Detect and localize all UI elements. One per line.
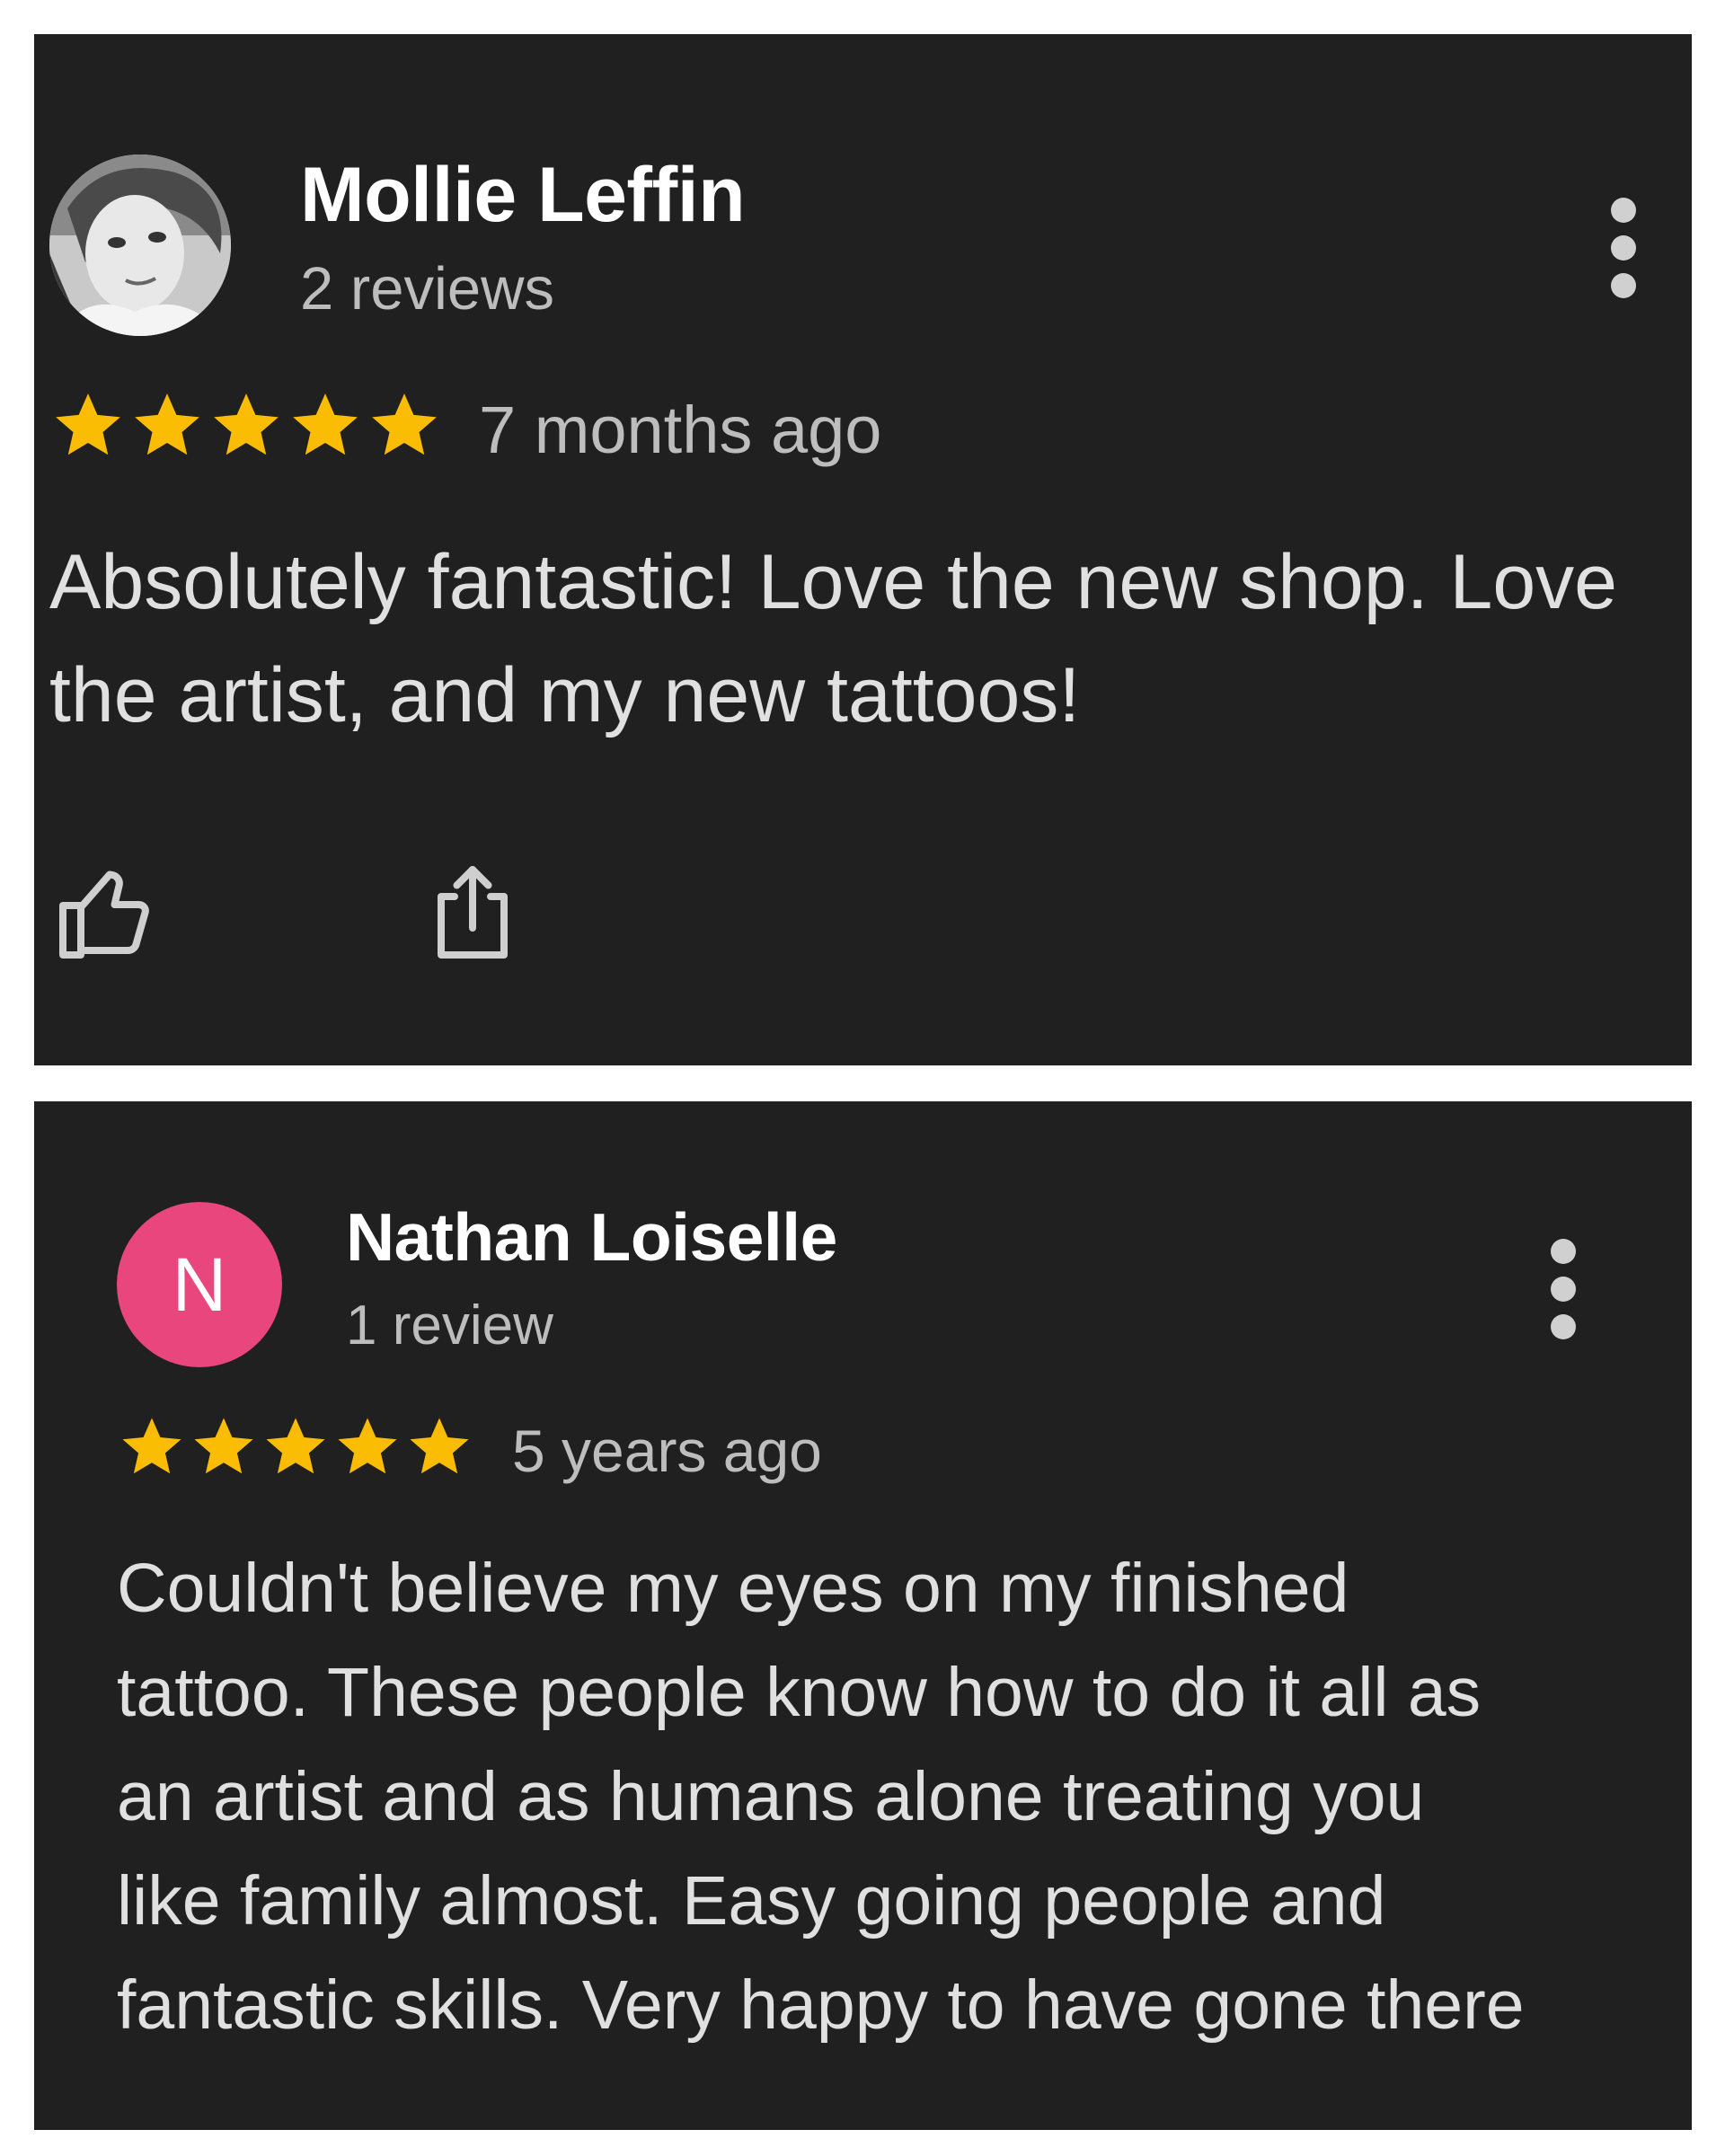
star-icon bbox=[410, 1418, 469, 1474]
avatar-letter: N bbox=[172, 1241, 227, 1327]
star-icon bbox=[135, 393, 199, 455]
review-time: 7 months ago bbox=[479, 393, 882, 467]
star-icon bbox=[266, 1418, 325, 1474]
avatar[interactable] bbox=[49, 155, 231, 336]
more-vert-icon[interactable] bbox=[1551, 1239, 1576, 1352]
reviewer-name[interactable]: Mollie Leffin bbox=[300, 151, 746, 240]
reviewer-name[interactable]: Nathan Loiselle bbox=[346, 1198, 837, 1276]
review-text-line: an artist and as humans alone treating y… bbox=[117, 1758, 1425, 1835]
profile-photo bbox=[49, 155, 231, 336]
review-count: 2 reviews bbox=[300, 255, 554, 323]
star-icon bbox=[56, 393, 120, 455]
review-text-line: tattoo. These people know how to do it a… bbox=[117, 1654, 1482, 1731]
star-icon bbox=[293, 393, 358, 455]
share-icon[interactable] bbox=[419, 861, 526, 973]
review-count: 1 review bbox=[346, 1294, 553, 1356]
review-time: 5 years ago bbox=[512, 1418, 822, 1484]
star-icon bbox=[122, 1418, 181, 1474]
star-icon bbox=[372, 393, 437, 455]
review-text-line: fantastic skills. Very happy to have gon… bbox=[117, 1966, 1525, 2044]
review-card: N Nathan Loiselle 1 review 5 years ago C… bbox=[34, 1101, 1692, 2130]
review-text-line: the artist, and my new tattoos! bbox=[49, 652, 1081, 738]
avatar[interactable]: N bbox=[117, 1202, 282, 1367]
review-text-line: Absolutely fantastic! Love the new shop.… bbox=[49, 539, 1617, 625]
star-rating bbox=[117, 1412, 476, 1482]
review-card: Mollie Leffin 2 reviews 7 months ago Abs… bbox=[34, 34, 1692, 1065]
star-rating bbox=[49, 387, 445, 464]
review-text-line: Couldn't believe my eyes on my finished bbox=[117, 1550, 1349, 1627]
review-text-line: like family almost. Easy going people an… bbox=[117, 1862, 1386, 1940]
star-icon bbox=[338, 1418, 397, 1474]
star-icon bbox=[214, 393, 279, 455]
review-text: Couldn't believe my eyes on my finished … bbox=[117, 1536, 1680, 2057]
star-icon bbox=[194, 1418, 253, 1474]
review-text: Absolutely fantastic! Love the new shop.… bbox=[49, 526, 1676, 752]
more-vert-icon[interactable] bbox=[1611, 198, 1636, 311]
thumb-up-icon[interactable] bbox=[54, 861, 162, 973]
